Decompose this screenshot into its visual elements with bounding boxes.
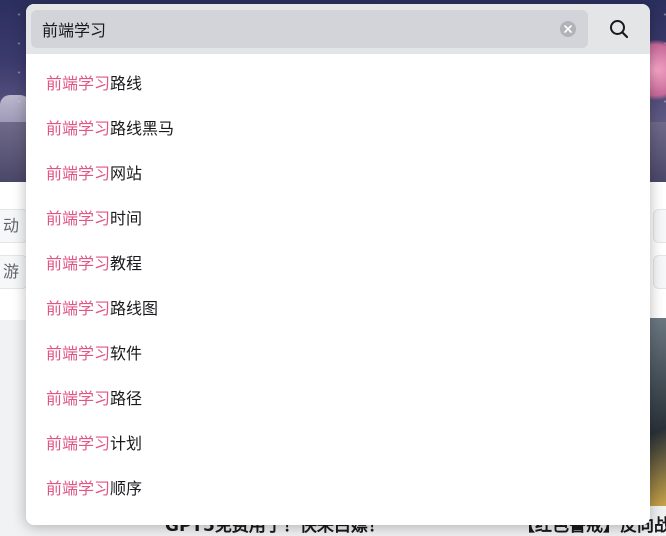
suggestion-item[interactable]: 前端学习路径 bbox=[26, 376, 650, 421]
channel-chip-anime[interactable]: 动 bbox=[0, 209, 28, 243]
suggestion-rest: 网站 bbox=[110, 164, 143, 183]
suggestion-match: 前端学习 bbox=[46, 299, 111, 318]
suggestion-rest: 时间 bbox=[110, 209, 143, 228]
suggestion-item[interactable]: 前端学习计划 bbox=[26, 421, 650, 466]
search-icon bbox=[610, 20, 629, 39]
suggestion-match: 前端学习 bbox=[46, 479, 111, 498]
suggestion-match: 前端学习 bbox=[46, 434, 111, 453]
suggestion-match: 前端学习 bbox=[46, 254, 111, 273]
channel-chip-right-1[interactable] bbox=[653, 209, 666, 243]
suggestion-match: 前端学习 bbox=[46, 74, 111, 93]
suggestion-item[interactable]: 前端学习路线图 bbox=[26, 286, 650, 331]
suggestion-match: 前端学习 bbox=[46, 344, 111, 363]
suggestion-match: 前端学习 bbox=[46, 389, 111, 408]
suggestion-rest: 路线图 bbox=[110, 299, 159, 318]
suggestion-match: 前端学习 bbox=[46, 164, 111, 183]
suggestion-item[interactable]: 前端学习时间 bbox=[26, 196, 650, 241]
suggestion-item[interactable]: 前端学习路线黑马 bbox=[26, 106, 650, 151]
video-thumbnail[interactable] bbox=[650, 318, 666, 506]
channel-chip-game[interactable]: 游 bbox=[0, 255, 28, 289]
search-suggestion-panel: 前端学习路线 前端学习路线黑马 前端学习网站 前端学习时间 前端学习教程 前端学… bbox=[26, 4, 650, 525]
search-input[interactable] bbox=[42, 10, 542, 48]
search-button[interactable] bbox=[602, 13, 636, 45]
suggestion-rest: 顺序 bbox=[110, 479, 143, 498]
suggestion-rest: 教程 bbox=[110, 254, 143, 273]
channel-chip-right-2[interactable] bbox=[653, 255, 666, 289]
suggestion-list: 前端学习路线 前端学习路线黑马 前端学习网站 前端学习时间 前端学习教程 前端学… bbox=[26, 61, 650, 511]
suggestion-rest: 路径 bbox=[110, 389, 143, 408]
close-circle-icon[interactable] bbox=[560, 21, 576, 37]
suggestion-match: 前端学习 bbox=[46, 119, 111, 138]
suggestion-item[interactable]: 前端学习路线 bbox=[26, 61, 650, 106]
suggestion-rest: 路线黑马 bbox=[110, 119, 175, 138]
suggestion-rest: 路线 bbox=[110, 74, 143, 93]
suggestion-item[interactable]: 前端学习网站 bbox=[26, 151, 650, 196]
search-bar bbox=[26, 4, 650, 54]
suggestion-item[interactable]: 前端学习软件 bbox=[26, 331, 650, 376]
suggestion-item[interactable]: 前端学习教程 bbox=[26, 241, 650, 286]
suggestion-match: 前端学习 bbox=[46, 209, 111, 228]
suggestion-item[interactable]: 前端学习顺序 bbox=[26, 466, 650, 511]
search-field bbox=[31, 10, 588, 48]
suggestion-rest: 软件 bbox=[110, 344, 143, 363]
suggestion-rest: 计划 bbox=[110, 434, 143, 453]
